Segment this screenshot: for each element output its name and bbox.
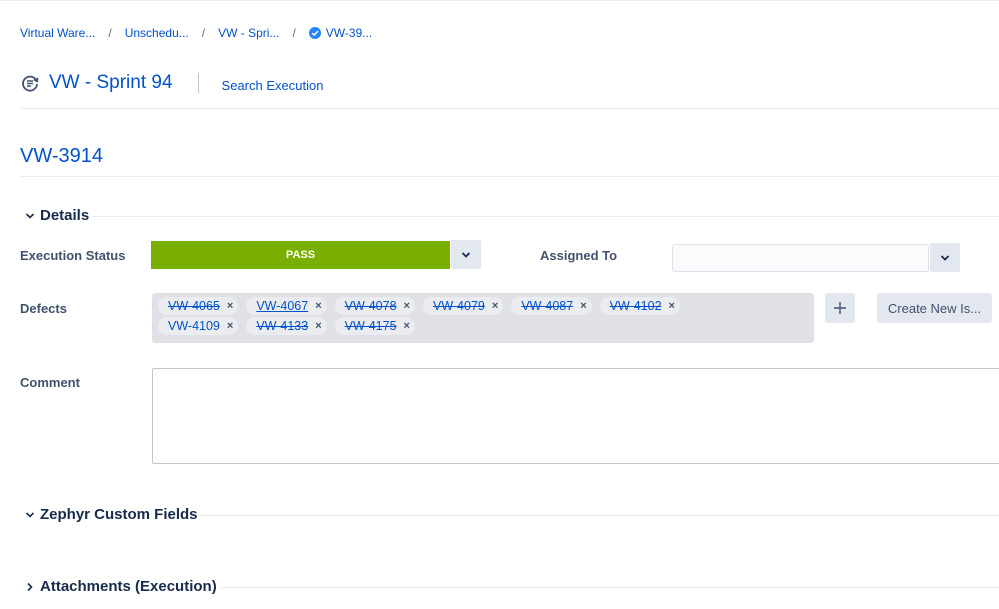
defect-tag[interactable]: VW-4079 × <box>422 297 504 315</box>
breadcrumb-separator: / <box>108 26 112 40</box>
cycle-header: VW - Sprint 94 Search Execution <box>20 72 323 94</box>
defects-label: Defects <box>20 301 67 316</box>
cycle-title-link[interactable]: VW - Sprint 94 <box>49 72 173 94</box>
breadcrumb: Virtual Ware... / Unschedu... / VW - Spr… <box>20 26 372 40</box>
remove-defect-icon[interactable]: × <box>492 300 498 312</box>
create-new-issue-button[interactable]: Create New Is... <box>877 293 992 323</box>
defect-tag[interactable]: VW-4065 × <box>158 297 239 315</box>
breadcrumb-project[interactable]: Virtual Ware... <box>20 26 95 40</box>
details-section-title: Details <box>40 207 90 224</box>
divider <box>20 108 999 109</box>
breadcrumb-version[interactable]: Unschedu... <box>125 26 189 40</box>
chevron-down-icon <box>940 254 950 261</box>
issue-key-link[interactable]: VW-3914 <box>20 145 103 168</box>
divider <box>20 176 999 177</box>
section-divider <box>92 216 999 217</box>
breadcrumb-separator: / <box>201 26 206 40</box>
custom-fields-section-toggle[interactable]: Zephyr Custom Fields <box>24 506 198 523</box>
custom-fields-section-title: Zephyr Custom Fields <box>40 506 198 523</box>
defects-field[interactable]: VW-4065 × VW-4067 × VW-4078 × VW-4079 × VW-4087 ×… <box>152 293 814 343</box>
defect-tag[interactable]: VW-4133 × <box>246 317 327 335</box>
defect-link[interactable]: VW-4079 <box>433 299 485 313</box>
top-border <box>0 0 999 1</box>
defect-link[interactable]: VW-4087 <box>521 299 573 313</box>
section-divider <box>222 587 999 588</box>
execution-status-value: PASS <box>285 249 316 261</box>
defect-tag-list: VW-4065 × VW-4067 × VW-4078 × VW-4079 × VW-4087 ×… <box>158 297 718 335</box>
breadcrumb-cycle[interactable]: VW - Spri... <box>218 26 279 40</box>
breadcrumb-issue[interactable]: VW-39... <box>326 26 372 40</box>
attachments-section-title: Attachments (Execution) <box>40 578 217 595</box>
chevron-down-icon <box>25 511 35 518</box>
defect-tag[interactable]: VW-4087 × <box>511 297 592 315</box>
remove-defect-icon[interactable]: × <box>404 320 410 332</box>
remove-defect-icon[interactable]: × <box>669 300 675 312</box>
chevron-down-icon <box>25 212 35 219</box>
defect-link[interactable]: VW-4109 <box>168 319 220 333</box>
defect-link[interactable]: VW-4067 <box>256 299 308 313</box>
test-cycle-icon <box>22 75 39 92</box>
defect-link[interactable]: VW-4065 <box>168 299 220 313</box>
remove-defect-icon[interactable]: × <box>315 300 321 312</box>
defect-tag[interactable]: VW-4067 × <box>246 297 327 315</box>
chevron-down-icon <box>461 251 471 258</box>
check-circle-icon <box>308 27 321 39</box>
add-defect-button[interactable] <box>825 293 855 323</box>
defect-link[interactable]: VW-4078 <box>345 299 397 313</box>
assigned-to-field[interactable] <box>672 244 929 272</box>
remove-defect-icon[interactable]: × <box>404 300 410 312</box>
remove-defect-icon[interactable]: × <box>315 320 321 332</box>
attachments-section-toggle[interactable]: Attachments (Execution) <box>24 578 217 595</box>
defect-tag[interactable]: VW-4078 × <box>334 297 415 315</box>
defect-link[interactable]: VW-4102 <box>610 299 662 313</box>
chevron-right-icon <box>27 582 33 591</box>
remove-defect-icon[interactable]: × <box>580 300 586 312</box>
defect-tag[interactable]: VW-4175 × <box>334 317 415 335</box>
section-divider <box>200 515 999 516</box>
defect-link[interactable]: VW-4175 <box>345 319 397 333</box>
execution-status-dropdown-button[interactable] <box>451 240 481 269</box>
defect-link[interactable]: VW-4133 <box>256 319 308 333</box>
assigned-to-dropdown-button[interactable] <box>930 243 960 272</box>
comment-label: Comment <box>20 375 80 390</box>
remove-defect-icon[interactable]: × <box>227 320 233 332</box>
plus-icon <box>834 302 846 314</box>
search-execution-link[interactable]: Search Execution <box>222 78 324 93</box>
execution-status-label: Execution Status <box>20 248 126 263</box>
breadcrumb-separator: / <box>292 26 296 40</box>
details-section-toggle[interactable]: Details <box>24 207 89 224</box>
assigned-to-label: Assigned To <box>540 248 618 263</box>
header-divider <box>197 73 199 93</box>
execution-status-select[interactable]: PASS <box>151 241 450 269</box>
defect-tag[interactable]: VW-4109 × <box>158 317 239 335</box>
defect-tag[interactable]: VW-4102 × <box>599 297 680 315</box>
remove-defect-icon[interactable]: × <box>227 300 233 312</box>
comment-textarea[interactable] <box>152 368 999 464</box>
